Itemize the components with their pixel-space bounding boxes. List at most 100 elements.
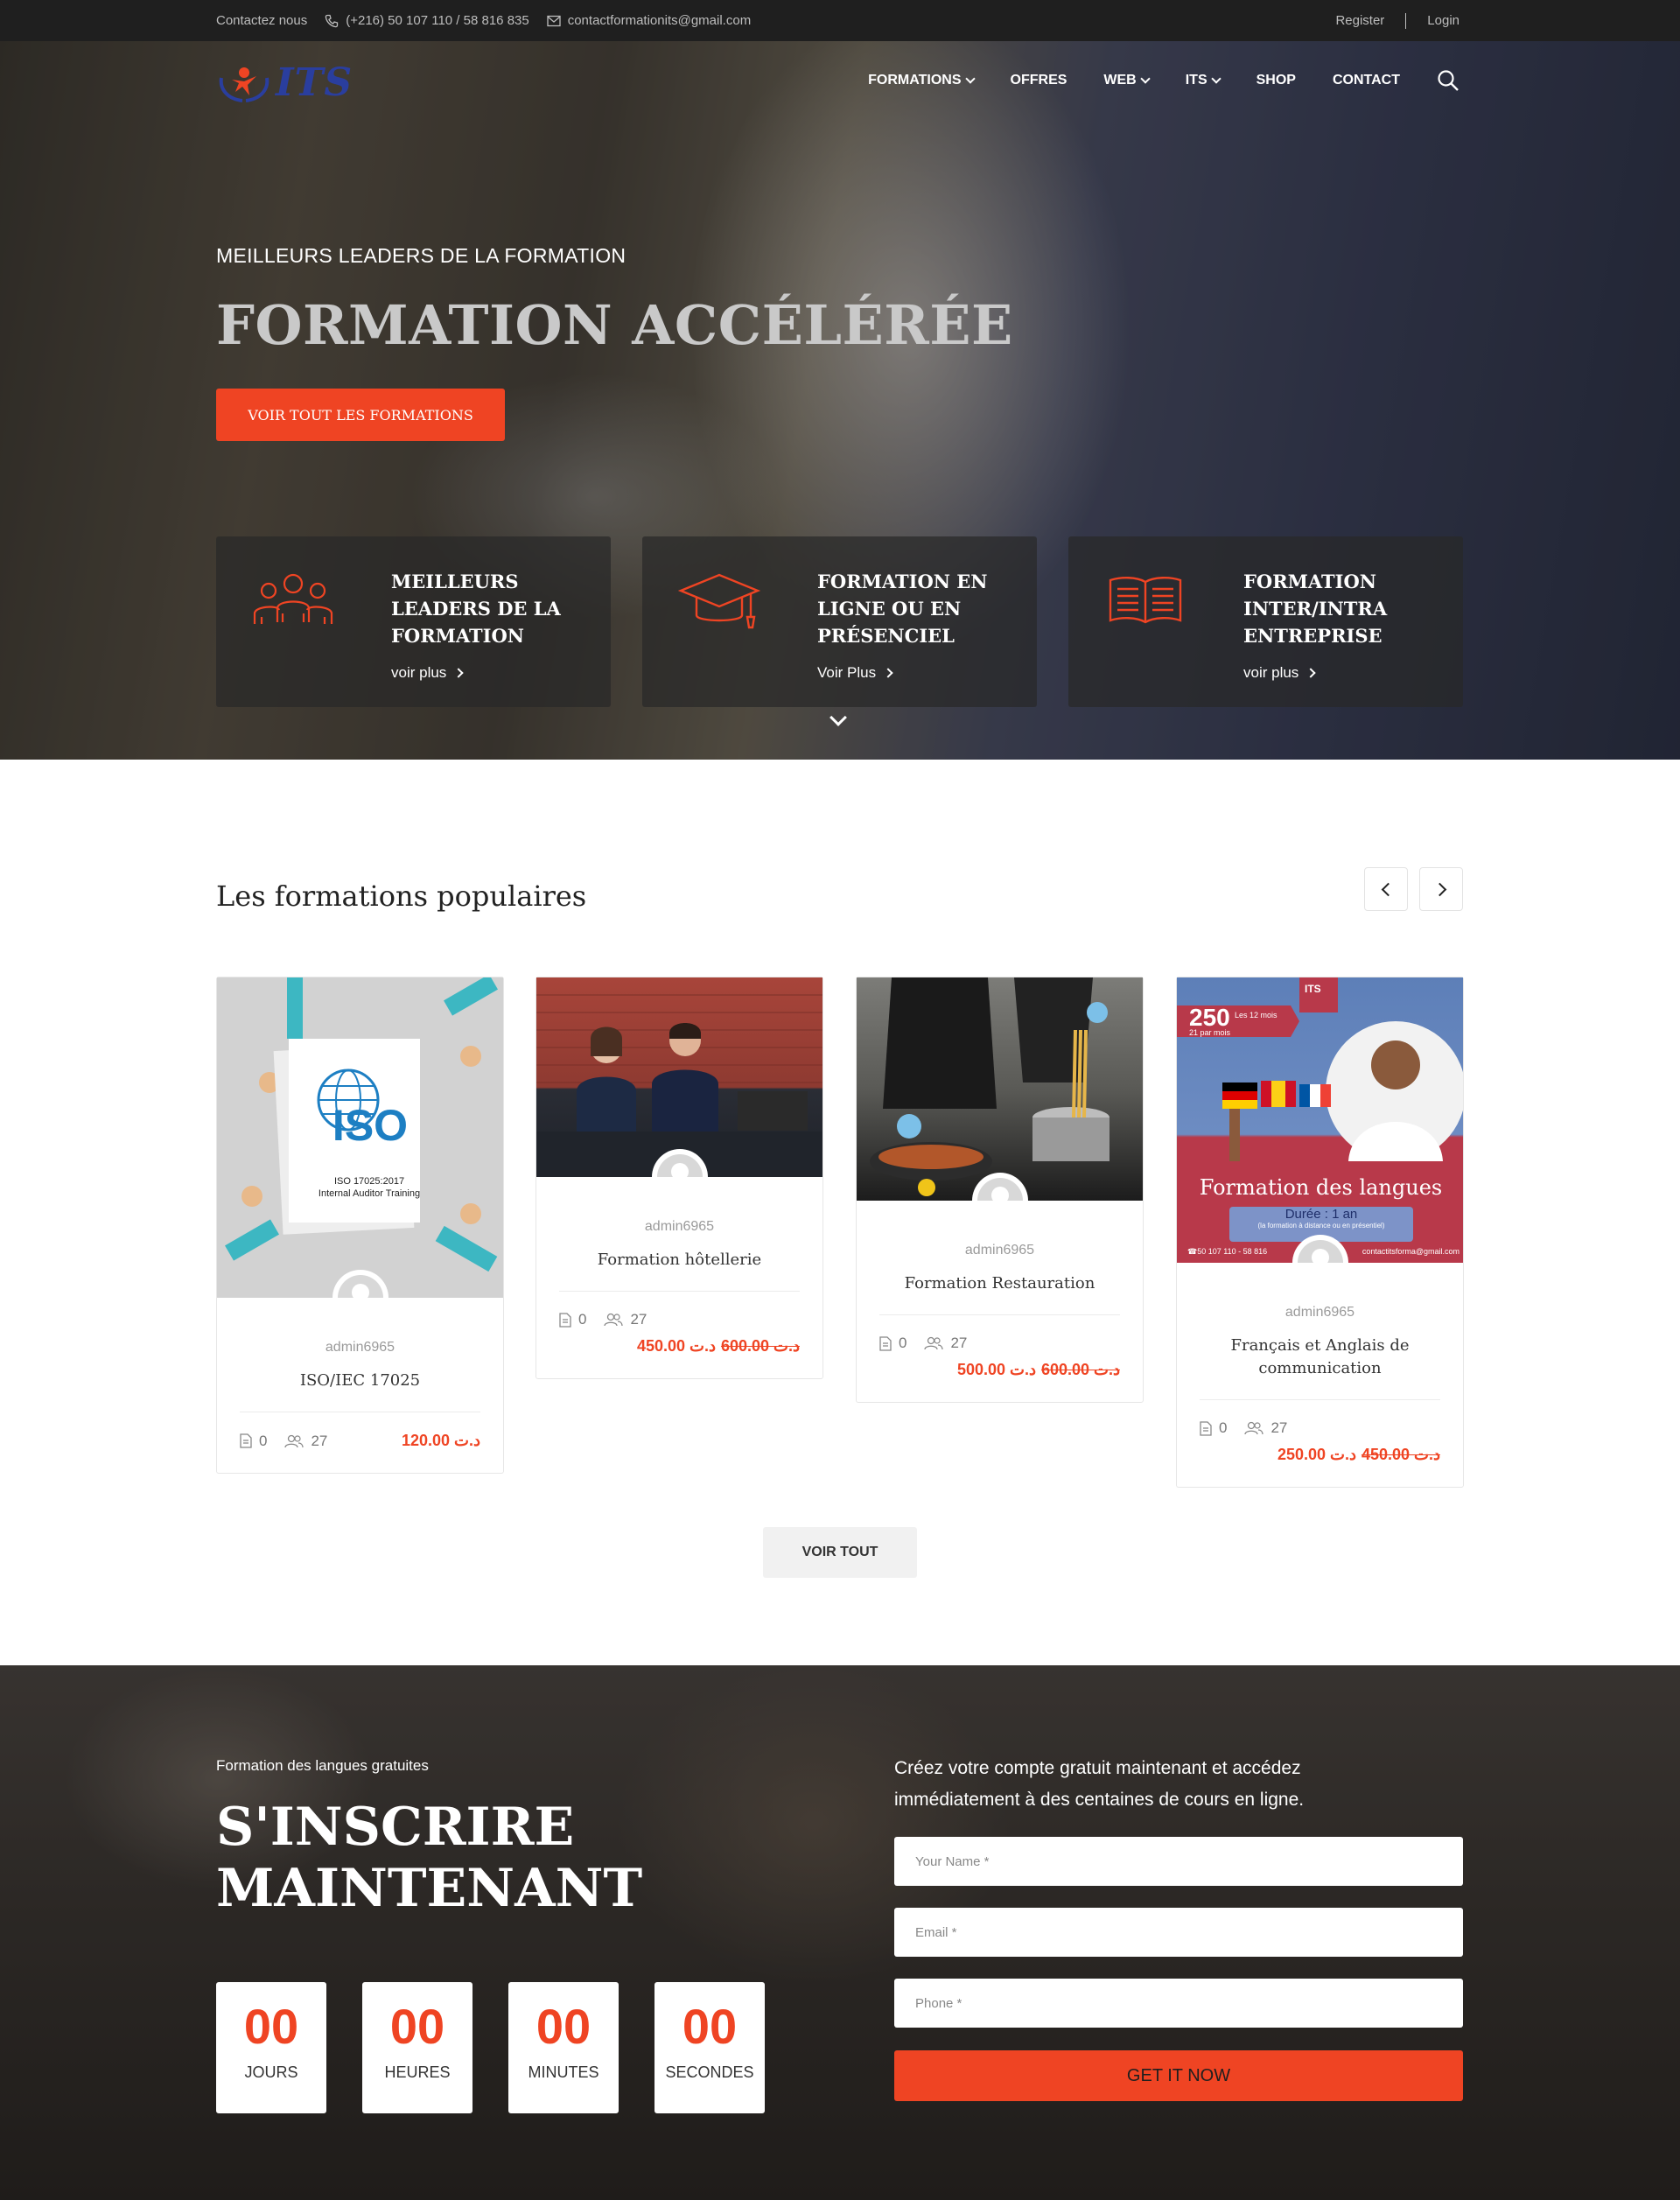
course-thumbnail[interactable]: ITS 250 Les 12 mois 21 par mois Formatio…	[1177, 977, 1463, 1263]
lessons-value: 0	[1219, 1419, 1228, 1436]
carousel-prev-button[interactable]	[1364, 867, 1408, 911]
countdown-value: 00	[682, 1999, 738, 2054]
course-card[interactable]: ITS 250 Les 12 mois 21 par mois Formatio…	[1176, 977, 1464, 1488]
duration-label: Durée : 1 an	[1284, 1207, 1358, 1222]
current-price: 120.00 د.ت	[401, 1432, 480, 1449]
course-title[interactable]: Formation Restauration	[874, 1272, 1125, 1295]
students-value: 27	[311, 1432, 328, 1449]
feature-link-label: voir plus	[1243, 664, 1299, 681]
feature-card-online[interactable]: FORMATION EN LIGNE OU EN PRÉSENCIEL Voir…	[642, 536, 1037, 707]
chevron-down-icon	[1140, 73, 1151, 84]
promo-sub: Les 12 mois	[1235, 1011, 1278, 1019]
countdown-label: MINUTES	[528, 2063, 599, 2081]
feature-title: FORMATION EN LIGNE OU EN PRÉSENCIEL	[817, 571, 988, 647]
iso-caption-line: ISO 17025:2017	[333, 1176, 405, 1187]
phone-field[interactable]	[894, 1979, 1463, 2028]
course-thumbnail[interactable]	[536, 977, 822, 1177]
nav-its[interactable]: ITS	[1186, 73, 1222, 88]
feature-link[interactable]: voir plus	[1243, 664, 1316, 682]
hotel-reception-illustration	[536, 994, 822, 1177]
feature-link-label: voir plus	[391, 664, 447, 681]
course-card[interactable]: ISO ISO 17025:2017 Internal Auditor Trai…	[216, 977, 504, 1474]
old-price: 450.00 د.ت	[1361, 1446, 1440, 1463]
view-all-button[interactable]: VOIR TOUT	[763, 1527, 917, 1578]
old-price: 600.00 د.ت	[720, 1337, 800, 1355]
users-icon	[284, 1434, 304, 1447]
divider	[559, 1291, 800, 1292]
nav-offres[interactable]: OFFRES	[1011, 73, 1068, 88]
nav-web[interactable]: WEB	[1103, 73, 1151, 88]
course-card[interactable]: admin6965 Formation Restauration 0 27 50…	[856, 977, 1144, 1403]
students-value: 27	[1270, 1419, 1288, 1436]
nav-contact[interactable]: CONTACT	[1333, 73, 1400, 88]
course-meta: 0 27	[879, 1335, 1120, 1352]
nav-shop-label: SHOP	[1256, 73, 1296, 88]
nav-formations[interactable]: FORMATIONS	[868, 73, 976, 88]
card-padding	[1177, 1464, 1463, 1487]
contact-label: Contactez nous	[216, 13, 308, 28]
signup-description: Créez votre compte gratuit maintenant et…	[894, 1758, 1305, 1810]
file-icon	[240, 1433, 252, 1448]
phone-number: (+216) 50 107 110 / 58 816 835	[346, 13, 529, 28]
course-price: 450.00 د.ت 600.00 د.ت	[637, 1337, 800, 1356]
open-book-icon	[1109, 577, 1182, 624]
feature-link[interactable]: voir plus	[391, 664, 464, 682]
chevron-left-icon	[1381, 882, 1395, 896]
feature-title: MEILLEURS LEADERS DE LA FORMATION	[391, 571, 561, 647]
duration-note: (la formation à distance ou en présentie…	[1257, 1222, 1385, 1230]
carousel-next-button[interactable]	[1419, 867, 1463, 911]
chevron-right-icon	[453, 668, 464, 678]
email-item[interactable]: contactformationits@gmail.com	[547, 13, 751, 28]
feature-link[interactable]: Voir Plus	[817, 664, 893, 682]
students-count: 27	[604, 1311, 647, 1328]
nav-offres-label: OFFRES	[1010, 73, 1068, 88]
students-value: 27	[630, 1311, 648, 1328]
course-thumbnail[interactable]: ISO ISO 17025:2017 Internal Auditor Trai…	[217, 977, 503, 1298]
course-title[interactable]: Formation hôtellerie	[554, 1249, 805, 1272]
course-meta: 0 27 120.00 د.ت	[240, 1432, 480, 1450]
search-icon[interactable]	[1437, 69, 1460, 92]
signup-section: Formation des langues gratuites S'INSCRI…	[0, 1665, 1680, 2200]
lessons-value: 0	[578, 1311, 587, 1328]
graduation-cap-icon	[677, 573, 761, 629]
avatar	[971, 1173, 1028, 1201]
current-price: 450.00 د.ت	[636, 1337, 716, 1355]
user-icon	[976, 1178, 1023, 1201]
lessons-count: 0	[240, 1433, 267, 1450]
chevron-right-icon	[883, 668, 893, 678]
iso-caption: ISO 17025:2017 Internal Auditor Training	[296, 1175, 443, 1200]
course-title[interactable]: ISO/IEC 17025	[234, 1370, 486, 1392]
countdown-days: 00 JOURS	[216, 1982, 326, 2113]
login-link[interactable]: Login	[1427, 13, 1460, 28]
get-it-now-button[interactable]: GET IT NOW	[894, 2050, 1463, 2101]
countdown-label: HEURES	[384, 2063, 451, 2081]
file-icon	[879, 1335, 892, 1351]
feature-card-leaders[interactable]: MEILLEURS LEADERS DE LA FORMATION voir p…	[216, 536, 611, 707]
course-author[interactable]: admin6965	[536, 1219, 822, 1235]
course-author[interactable]: admin6965	[1177, 1305, 1463, 1321]
phone-item[interactable]: (+216) 50 107 110 / 58 816 835	[325, 13, 529, 28]
view-all-formations-button[interactable]: VOIR TOUT LES FORMATIONS	[216, 389, 505, 441]
email-field[interactable]	[894, 1908, 1463, 1957]
chef-cooking-illustration	[870, 977, 1110, 1196]
course-author[interactable]: admin6965	[857, 1243, 1143, 1258]
course-thumbnail[interactable]	[857, 977, 1143, 1201]
main-nav: FORMATIONS OFFRES WEB ITS SHOP CONTACT	[831, 41, 1460, 120]
course-card[interactable]: admin6965 Formation hôtellerie 0 27 450.…	[536, 977, 823, 1379]
course-title[interactable]: Français et Anglais de communication	[1194, 1335, 1446, 1380]
name-field[interactable]	[894, 1837, 1463, 1886]
user-icon	[656, 1154, 703, 1177]
students-count: 27	[1244, 1419, 1287, 1437]
course-author[interactable]: admin6965	[217, 1340, 503, 1356]
feature-card-enterprise[interactable]: FORMATION INTER/INTRA ENTREPRISE voir pl…	[1068, 536, 1463, 707]
site-logo[interactable]: ITS	[216, 60, 353, 105]
avatar	[332, 1270, 388, 1298]
old-price: 600.00 د.ت	[1040, 1361, 1120, 1378]
logo-emblem-icon	[219, 67, 270, 102]
students-count: 27	[284, 1433, 327, 1450]
course-meta: 0 27	[1200, 1419, 1440, 1437]
register-link[interactable]: Register	[1335, 13, 1384, 28]
promo-badge: ITS	[1305, 983, 1321, 995]
user-icon	[337, 1275, 383, 1298]
nav-shop[interactable]: SHOP	[1256, 73, 1296, 88]
